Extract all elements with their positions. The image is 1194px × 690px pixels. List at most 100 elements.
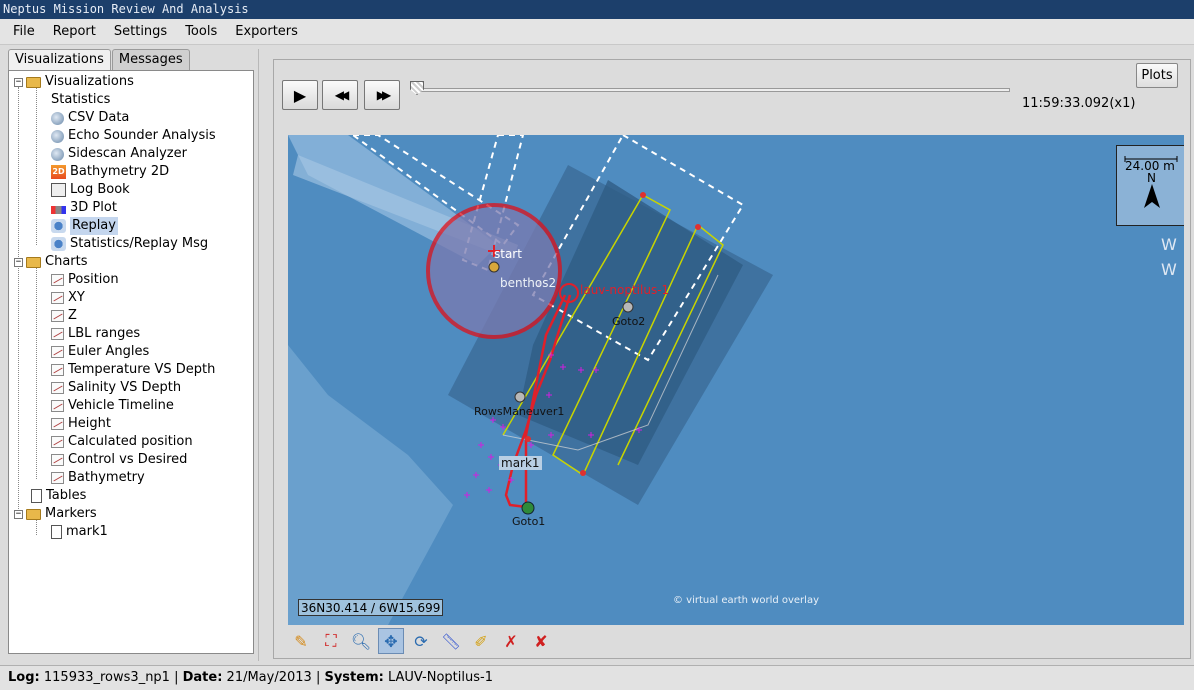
menu-report[interactable]: Report <box>44 19 105 45</box>
tree-item-temperature-depth[interactable]: Temperature VS Depth <box>51 361 215 379</box>
tree-connector <box>18 87 19 509</box>
ruler-icon: 📏︎ <box>440 631 462 651</box>
move-arrows-icon: ✥ <box>384 631 398 651</box>
rotate-tool-button[interactable]: ⟳ <box>408 628 434 654</box>
row-corner <box>695 224 701 230</box>
chart-icon <box>51 382 64 394</box>
tree-item-mark1[interactable]: mark1 <box>51 523 108 541</box>
tree-item-bathymetry[interactable]: Bathymetry <box>51 469 145 487</box>
playback-time: 11:59:33.092(x1) <box>1022 96 1136 111</box>
tree-connector <box>36 87 37 245</box>
tree-item-echo-sounder[interactable]: Echo Sounder Analysis <box>51 127 216 145</box>
echo-sounder-icon <box>51 129 64 143</box>
shore-area <box>288 345 453 625</box>
tree-item-height[interactable]: Height <box>51 415 111 433</box>
status-bar: Log: 115933_rows3_np1 | Date: 21/May/201… <box>0 665 1194 690</box>
tree-item-calculated-position[interactable]: Calculated position <box>51 433 193 451</box>
status-system-label: System: <box>324 670 384 685</box>
map-label-mark1[interactable]: mark1 <box>499 456 542 470</box>
tree-label: CSV Data <box>68 110 130 125</box>
menu-tools[interactable]: Tools <box>176 19 226 45</box>
tree-node-tables[interactable]: Tables <box>31 487 86 505</box>
map-view[interactable]: W W start benthos2 lauv-noptilus-1 Goto2… <box>288 135 1184 625</box>
chart-icon <box>51 364 64 376</box>
tree-item-salinity-depth[interactable]: Salinity VS Depth <box>51 379 181 397</box>
collapse-toggle-icon[interactable]: − <box>14 509 23 519</box>
tree-item-3d-plot[interactable]: 3D Plot <box>51 199 117 217</box>
tree-item-csv-data[interactable]: CSV Data <box>51 109 129 127</box>
tree-label: 3D Plot <box>70 200 117 215</box>
clear-tool-button[interactable]: ✘ <box>528 628 554 654</box>
tree-item-log-book[interactable]: Log Book <box>51 181 130 199</box>
rewind-button[interactable]: ◀◀ <box>322 80 358 110</box>
rows-waypoint-icon[interactable] <box>514 391 526 403</box>
world-link-icon[interactable]: W <box>1161 235 1177 254</box>
tree-item-lbl-ranges[interactable]: LBL ranges <box>51 325 140 343</box>
tree-label: Bathymetry 2D <box>70 164 170 179</box>
tree-item-vehicle-timeline[interactable]: Vehicle Timeline <box>51 397 174 415</box>
window-title: Neptus Mission Review And Analysis <box>0 0 1194 19</box>
benthos-beacon-icon[interactable] <box>488 261 500 273</box>
visualization-tree[interactable]: − Visualizations Statistics CSV Data Ech… <box>8 70 254 654</box>
tree-item-bathymetry-2d[interactable]: 2D Bathymetry 2D <box>51 163 169 181</box>
map-label-vehicle: lauv-noptilus-1 <box>580 283 670 297</box>
fast-forward-button[interactable]: ▶▶ <box>364 80 400 110</box>
menu-exporters[interactable]: Exporters <box>226 19 307 45</box>
tab-messages[interactable]: Messages <box>111 49 190 70</box>
menu-settings[interactable]: Settings <box>105 19 176 45</box>
tree-item-xy[interactable]: XY <box>51 289 85 307</box>
map-credit: © virtual earth world overlay <box>673 595 819 606</box>
pan-tool-button[interactable]: ✥ <box>378 628 404 654</box>
magnifier-icon: 🔍︎ <box>350 631 372 651</box>
timeline-slider-thumb[interactable] <box>410 81 424 95</box>
tree-node-markers[interactable]: − Markers <box>14 505 97 523</box>
tree-item-control-desired[interactable]: Control vs Desired <box>51 451 187 469</box>
tree-item-position[interactable]: Position <box>51 271 119 289</box>
chart-icon <box>51 346 64 358</box>
tree-item-z[interactable]: Z <box>51 307 77 325</box>
tree-label: Vehicle Timeline <box>68 398 174 413</box>
tree-node-charts[interactable]: − Charts <box>14 253 88 271</box>
goto1-waypoint-icon[interactable] <box>521 501 535 515</box>
tree-item-statistics-replay[interactable]: Statistics/Replay Msg <box>51 235 208 253</box>
tree-item-statistics[interactable]: Statistics <box>51 91 110 109</box>
tree-item-euler-angles[interactable]: Euler Angles <box>51 343 149 361</box>
tree-label: Markers <box>45 506 97 521</box>
replay-icon <box>51 237 66 251</box>
play-button[interactable]: ▶ <box>282 80 318 110</box>
tree-label: Replay <box>70 217 118 235</box>
document-icon <box>51 525 62 539</box>
erase-tool-button[interactable]: ✗ <box>498 628 524 654</box>
map-canvas[interactable]: W W <box>288 135 1184 625</box>
chart-icon <box>51 472 64 484</box>
status-log-value: 115933_rows3_np1 <box>43 670 170 685</box>
map-label-rows: RowsManeuver1 <box>474 405 565 418</box>
open-folder-icon <box>26 256 41 268</box>
replay-frame: ▶ ◀◀ ▶▶ 11:59:33.092(x1) Plots W W start… <box>273 59 1191 659</box>
pencil-tool-button[interactable]: ✎ <box>288 628 314 654</box>
tree-label: Position <box>68 272 119 287</box>
timeline-slider-track[interactable] <box>420 88 1010 92</box>
ruler-tool-button[interactable]: 📏︎ <box>438 628 464 654</box>
plots-button[interactable]: Plots <box>1136 63 1178 88</box>
goto2-waypoint-icon[interactable] <box>622 301 634 313</box>
fit-view-button[interactable]: ⛶ <box>318 628 344 654</box>
tree-item-replay[interactable]: Replay <box>51 217 118 235</box>
world-link-icon-2[interactable]: W <box>1161 260 1177 279</box>
pencil-icon: ✎ <box>294 631 308 651</box>
menu-file[interactable]: File <box>4 19 44 45</box>
tree-label: Statistics/Replay Msg <box>70 236 209 251</box>
draw-tool-button[interactable]: ✐ <box>468 628 494 654</box>
collapse-toggle-icon[interactable]: − <box>14 257 23 267</box>
tree-item-sidescan[interactable]: Sidescan Analyzer <box>51 145 187 163</box>
rotate-icon: ⟳ <box>414 631 428 651</box>
tree-node-visualizations[interactable]: − Visualizations <box>14 73 134 91</box>
zoom-tool-button[interactable]: 🔍︎ <box>348 628 374 654</box>
fast-forward-icon: ▶▶ <box>376 88 392 102</box>
chart-icon <box>51 436 64 448</box>
chart-icon <box>51 292 64 304</box>
chart-icon <box>51 310 64 322</box>
map-label-goto2: Goto2 <box>612 315 646 328</box>
collapse-toggle-icon[interactable]: − <box>14 77 23 87</box>
tab-visualizations[interactable]: Visualizations <box>8 49 111 71</box>
